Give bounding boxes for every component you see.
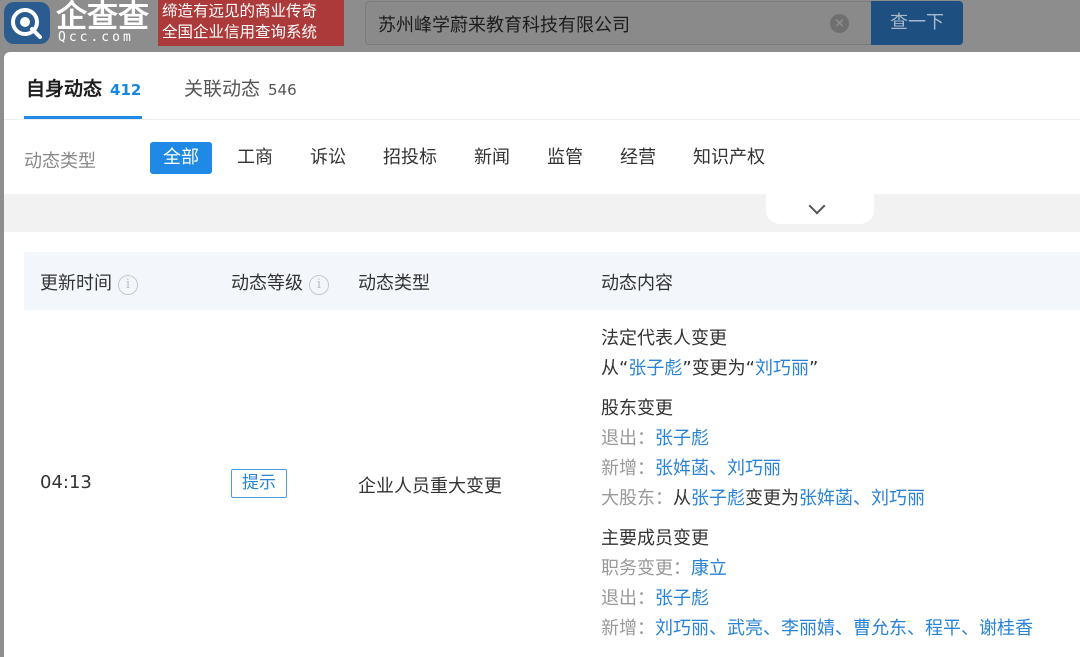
tab-bar: 自身动态 412 关联动态 546 [4,52,1080,120]
person-link[interactable]: 李丽婧 [781,618,835,639]
slogan-banner: 缔造有远见的商业传奇 全国企业信用查询系统 [158,0,344,46]
field-label: 新增： [601,618,655,639]
person-link[interactable]: 张子彪 [691,488,745,509]
person-link[interactable]: 张子彪 [655,588,709,609]
field-label: 新增： [601,458,655,479]
person-link[interactable]: 张子彪 [655,428,709,449]
members-title: 主要成员变更 [601,528,709,549]
text: 从“ [601,358,629,379]
tab-count: 412 [110,81,142,99]
separator: 、 [853,488,871,509]
search-button[interactable]: 查一下 [871,1,963,45]
person-link[interactable]: 程平 [925,618,961,639]
header-type: 动态类型 [358,273,430,294]
filter-all[interactable]: 全部 [150,142,212,174]
level-badge: 提示 [231,469,287,498]
slogan-line-1: 缔造有远见的商业传奇 [162,2,318,20]
filter-ip[interactable]: 知识产权 [680,142,778,174]
members-position-change: 职务变更：康立 [601,554,727,584]
info-icon[interactable]: i [309,275,329,295]
text: 从 [673,488,691,509]
separator: 、 [961,618,979,639]
text: ” [808,358,819,379]
header-label: 更新时间 [40,273,112,294]
header-label: 动态等级 [231,273,303,294]
shareholder-exit: 退出：张子彪 [601,424,709,454]
person-link[interactable]: 康立 [691,558,727,579]
person-link[interactable]: 张姩菡 [799,488,853,509]
text: 变更为 [745,488,799,509]
separator: 、 [709,458,727,479]
top-bar: 企查查 Qcc.com 缔造有远见的商业传奇 全国企业信用查询系统 × 查一下 [0,0,1080,52]
clear-icon[interactable]: × [830,14,849,33]
search-input[interactable] [378,10,828,38]
filter-operation[interactable]: 经营 [607,142,669,174]
person-link[interactable]: 刘巧丽 [727,458,781,479]
filter-regulation[interactable]: 监管 [534,142,596,174]
legal-rep-title: 法定代表人变更 [601,328,727,349]
qcc-logo-icon[interactable] [4,2,50,44]
person-link[interactable]: 谢桂香 [979,618,1033,639]
separator: 、 [763,618,781,639]
person-link[interactable]: 刘巧丽 [755,358,809,379]
tab-label: 自身动态 [26,78,103,100]
filter-bidding[interactable]: 招投标 [370,142,450,174]
members-add: 新增：刘巧丽、武亮、李丽婧、曹允东、程平、谢桂香 [601,614,1033,644]
filter-label: 动态类型 [24,151,96,172]
legal-rep-change: 从“张子彪”变更为“刘巧丽” [601,354,818,384]
tab-count: 546 [268,81,297,99]
expand-strip [4,194,1080,232]
expand-toggle[interactable] [766,194,874,224]
person-link[interactable]: 曹允东 [853,618,907,639]
person-link[interactable]: 张子彪 [628,358,682,379]
major-shareholder-change: 大股东：从张子彪变更为张姩菡、刘巧丽 [601,484,925,514]
info-icon[interactable]: i [118,275,138,295]
shareholder-title: 股东变更 [601,398,673,419]
tab-self-dynamics[interactable]: 自身动态 412 [26,74,141,101]
header-content: 动态内容 [601,273,673,294]
separator: 、 [907,618,925,639]
person-link[interactable]: 刘巧丽 [655,618,709,639]
filter-business[interactable]: 工商 [224,142,286,174]
person-link[interactable]: 武亮 [727,618,763,639]
header-update-time: 更新时间 i [40,269,138,295]
field-label: 大股东： [601,488,673,509]
table-header: 更新时间 i 动态等级 i 动态类型 动态内容 [24,252,1080,310]
filter-news[interactable]: 新闻 [461,142,523,174]
brand-name[interactable]: 企查查 [56,0,149,34]
person-link[interactable]: 刘巧丽 [871,488,925,509]
chevron-down-icon [808,197,826,215]
row-dynamic-type: 企业人员重大变更 [358,476,502,497]
active-tab-indicator [24,116,142,119]
members-exit: 退出：张子彪 [601,584,709,614]
filter-litigation[interactable]: 诉讼 [297,142,359,174]
field-label: 退出： [601,428,655,449]
slogan-line-2: 全国企业信用查询系统 [162,23,318,41]
field-label: 退出： [601,588,655,609]
header-level: 动态等级 i [231,269,329,295]
tab-label: 关联动态 [184,78,261,100]
text: ”变更为“ [682,358,755,379]
separator: 、 [709,618,727,639]
shareholder-add: 新增：张姩菡、刘巧丽 [601,454,781,484]
dynamics-panel: 自身动态 412 关联动态 546 动态类型 全部 工商 诉讼 招投标 新闻 监管 … [4,52,1080,657]
field-label: 职务变更： [601,558,691,579]
brand-domain: Qcc.com [58,30,134,45]
row-update-time: 04:13 [40,472,92,493]
search-box: × [365,1,872,45]
person-link[interactable]: 张姩菡 [655,458,709,479]
tab-related-dynamics[interactable]: 关联动态 546 [184,74,297,101]
separator: 、 [835,618,853,639]
type-filter: 动态类型 全部 工商 诉讼 招投标 新闻 监管 经营 知识产权 [4,134,1080,180]
